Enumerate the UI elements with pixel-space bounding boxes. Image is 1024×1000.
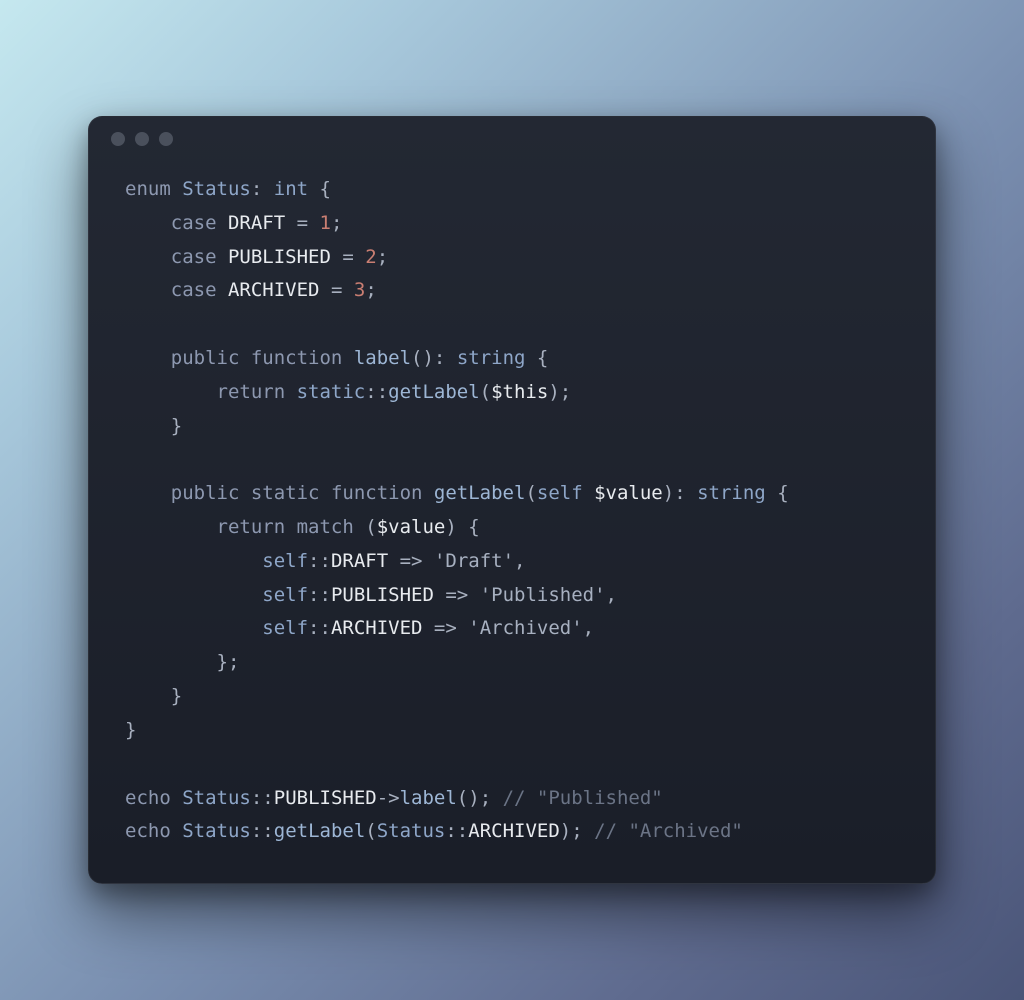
code-line-blank: [125, 748, 899, 782]
keyword-case: case: [171, 212, 217, 234]
code-line: public function label(): string {: [125, 342, 899, 376]
keyword-return: return: [217, 381, 286, 403]
code-line: echo Status::getLabel(Status::ARCHIVED);…: [125, 815, 899, 849]
type-self: self: [262, 617, 308, 639]
type-self: self: [537, 482, 583, 504]
comment: // "Published": [503, 787, 663, 809]
string-published: 'Published': [480, 584, 606, 606]
fn-label: label: [354, 347, 411, 369]
code-line-blank: [125, 443, 899, 477]
code-line-blank: [125, 308, 899, 342]
comment: // "Archived": [594, 820, 743, 842]
traffic-light-zoom-icon[interactable]: [159, 132, 173, 146]
code-window: enum Status: int { case DRAFT = 1; case …: [88, 116, 936, 884]
code-line: }: [125, 714, 899, 748]
code-line: self::ARCHIVED => 'Archived',: [125, 612, 899, 646]
type-string: string: [457, 347, 526, 369]
code-line: enum Status: int {: [125, 173, 899, 207]
code-line: self::DRAFT => 'Draft',: [125, 545, 899, 579]
string-archived: 'Archived': [468, 617, 582, 639]
window-titlebar: [89, 117, 935, 161]
keyword-function: function: [331, 482, 423, 504]
code-line: }: [125, 410, 899, 444]
traffic-light-minimize-icon[interactable]: [135, 132, 149, 146]
type-string: string: [697, 482, 766, 504]
code-block: enum Status: int { case DRAFT = 1; case …: [89, 161, 935, 853]
code-line: self::PUBLISHED => 'Published',: [125, 579, 899, 613]
code-line: }: [125, 680, 899, 714]
keyword-static: static: [251, 482, 320, 504]
code-line: };: [125, 646, 899, 680]
var-value: $value: [377, 516, 446, 538]
fn-getlabel: getLabel: [388, 381, 480, 403]
keyword-return: return: [217, 516, 286, 538]
code-line: public static function getLabel(self $va…: [125, 477, 899, 511]
code-line: case PUBLISHED = 2;: [125, 241, 899, 275]
type-int: int: [274, 178, 308, 200]
type-status: Status: [182, 178, 251, 200]
code-line: case ARCHIVED = 3;: [125, 274, 899, 308]
keyword-match: match: [297, 516, 354, 538]
keyword-public: public: [171, 482, 240, 504]
keyword-case: case: [171, 246, 217, 268]
code-line: case DRAFT = 1;: [125, 207, 899, 241]
type-self: self: [262, 550, 308, 572]
var-value: $value: [594, 482, 663, 504]
var-this: $this: [491, 381, 548, 403]
code-line: return match ($value) {: [125, 511, 899, 545]
type-self: self: [262, 584, 308, 606]
keyword-echo: echo: [125, 820, 171, 842]
const-draft: DRAFT: [228, 212, 285, 234]
keyword-public: public: [171, 347, 240, 369]
const-published: PUBLISHED: [228, 246, 331, 268]
keyword-echo: echo: [125, 787, 171, 809]
keyword-case: case: [171, 279, 217, 301]
keyword-function: function: [251, 347, 343, 369]
string-draft: 'Draft': [434, 550, 514, 572]
code-line: echo Status::PUBLISHED->label(); // "Pub…: [125, 782, 899, 816]
code-line: return static::getLabel($this);: [125, 376, 899, 410]
const-archived: ARCHIVED: [228, 279, 320, 301]
traffic-light-close-icon[interactable]: [111, 132, 125, 146]
keyword-enum: enum: [125, 178, 171, 200]
static-ref: static: [297, 381, 366, 403]
fn-getlabel: getLabel: [434, 482, 526, 504]
